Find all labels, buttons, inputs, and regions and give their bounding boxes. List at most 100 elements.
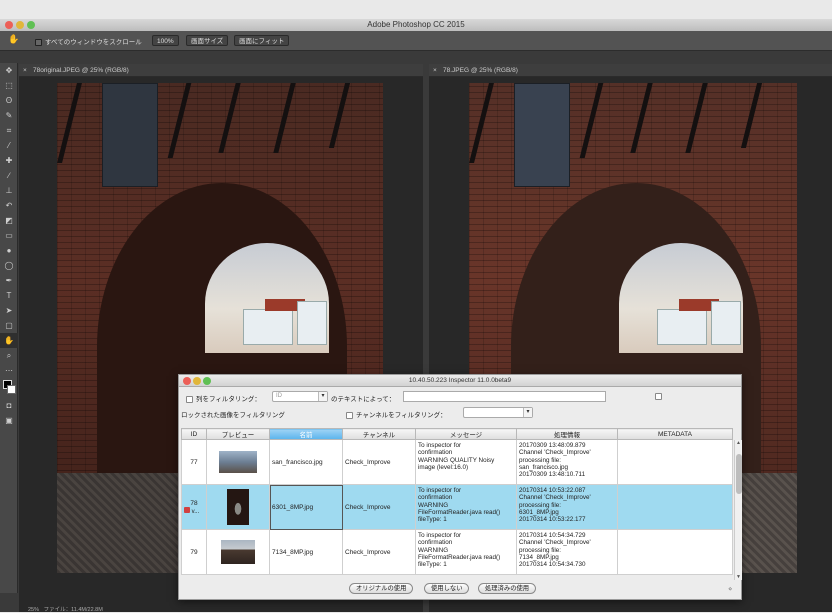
healing-tool-icon[interactable]: ✚: [0, 153, 18, 168]
color-swatch-icon[interactable]: [0, 378, 18, 398]
history-brush-icon[interactable]: ↶: [0, 198, 18, 213]
zoom-icon[interactable]: [27, 21, 35, 29]
col-header-preview[interactable]: プレビュー: [206, 428, 270, 440]
path-select-icon[interactable]: ➤: [0, 303, 18, 318]
fit-screen-button[interactable]: 画面サイズ: [186, 35, 229, 46]
blur-tool-icon[interactable]: ●: [0, 243, 18, 258]
screen-mode-icon[interactable]: ▣: [0, 413, 18, 428]
tab-close-icon[interactable]: ×: [433, 64, 437, 77]
fill-screen-button[interactable]: 画面にフィット: [234, 35, 290, 46]
window-shutter: [102, 83, 158, 187]
house: [297, 301, 327, 345]
col-header-metadata[interactable]: METADATA: [617, 428, 733, 440]
doc-size: ファイル：11.4M/22.8M: [43, 607, 103, 613]
inspector-title: 10.40.50.223 Inspector 11.0.0beta9: [408, 377, 512, 384]
quick-select-tool-icon[interactable]: ✎: [0, 108, 18, 123]
house: [711, 301, 741, 345]
row-process: 20170309 13:48:09.879 Channel 'Check_Imp…: [516, 439, 618, 485]
app-title: Adobe Photoshop CC 2015: [367, 20, 465, 29]
stamp-tool-icon[interactable]: ⊥: [0, 183, 18, 198]
row-name: 7134_8MP.jpg: [269, 529, 343, 575]
minimize-icon[interactable]: [16, 21, 24, 29]
row-preview: [206, 484, 270, 530]
scroll-up-icon[interactable]: ▲: [736, 440, 741, 446]
col-header-process[interactable]: 処理情報: [516, 428, 618, 440]
dont-use-button[interactable]: 使用しない: [424, 583, 470, 594]
minimize-icon[interactable]: [193, 377, 201, 385]
pen-tool-icon[interactable]: ✒: [0, 273, 18, 288]
quick-mask-icon[interactable]: ◘: [0, 398, 18, 413]
brush-tool-icon[interactable]: ∕: [0, 168, 18, 183]
close-icon[interactable]: [183, 377, 191, 385]
row-id: 78 v...: [181, 484, 207, 530]
zoom-icon[interactable]: [203, 377, 211, 385]
hand-tool-icon[interactable]: ✋: [0, 333, 18, 348]
col-header-id[interactable]: ID: [181, 428, 207, 440]
gradient-tool-icon[interactable]: ▭: [0, 228, 18, 243]
channel-filter-select[interactable]: ▾: [463, 407, 533, 418]
zoom-100-button[interactable]: 100%: [152, 35, 179, 46]
use-processed-button[interactable]: 処理済みの使用: [478, 583, 537, 594]
crop-tool-icon[interactable]: ⌗: [0, 123, 18, 138]
table-row[interactable]: 79 7134_8MP.jpg Check_Improve To inspect…: [181, 529, 733, 575]
dodge-tool-icon[interactable]: ◯: [0, 258, 18, 273]
filter-option-checkbox[interactable]: [655, 393, 665, 400]
move-tool-icon[interactable]: ✥: [0, 63, 18, 78]
hand-tool-icon[interactable]: ✋: [8, 34, 19, 45]
row-name: 6301_8MP.jpg: [269, 484, 343, 530]
row-id: 77: [181, 439, 207, 485]
lasso-tool-icon[interactable]: ʘ: [0, 93, 18, 108]
archway-view: [205, 243, 329, 353]
filter-column-select[interactable]: ID ▾: [272, 391, 328, 402]
col-header-name[interactable]: 名前: [269, 428, 343, 440]
col-header-channel[interactable]: チャンネル: [342, 428, 416, 440]
tab-right-document[interactable]: × 78.JPEG @ 25% (RGB/8): [429, 64, 832, 77]
options-bar: ✋ すべてのウィンドウをスクロール 100% 画面サイズ 画面にフィット: [0, 31, 832, 51]
app-titlebar: Adobe Photoshop CC 2015: [0, 19, 832, 31]
marquee-tool-icon[interactable]: ⬚: [0, 78, 18, 93]
scrollbar-thumb[interactable]: [736, 454, 742, 494]
row-id-status: v...: [184, 506, 204, 515]
preview-thumbnail: [221, 540, 255, 564]
zoom-tool-icon[interactable]: ⌕: [0, 348, 18, 363]
channel-filter-checkbox[interactable]: チャンネルをフィルタリング：: [346, 409, 447, 419]
col-header-message[interactable]: メッセージ: [415, 428, 517, 440]
table-header: ID プレビュー 名前 チャンネル メッセージ 処理情報 METADATA: [181, 428, 733, 440]
filter-text-input[interactable]: [403, 391, 606, 402]
table-row-selected[interactable]: 78 v... 6301_8MP.jpg Check_Improve To in…: [181, 484, 733, 530]
row-process: 20170314 10:54:34.729 Channel 'Check_Imp…: [516, 529, 618, 575]
zoom-level: 25%: [28, 607, 40, 613]
tools-panel: ✥ ⬚ ʘ ✎ ⌗ ⁄ ✚ ∕ ⊥ ↶ ◩ ▭ ● ◯ ✒ T ➤ ▢ ✋ ⌕ …: [0, 63, 18, 593]
vertical-scrollbar[interactable]: ▲ ▼: [734, 440, 742, 580]
shape-tool-icon[interactable]: ▢: [0, 318, 18, 333]
preview-thumbnail: [227, 489, 249, 525]
tab-left-document[interactable]: × 78original.JPEG @ 25% (RGB/8): [19, 64, 423, 77]
scroll-all-checkbox[interactable]: すべてのウィンドウをスクロール: [35, 36, 142, 46]
tab-close-icon[interactable]: ×: [23, 64, 27, 77]
inspector-dialog: 10.40.50.223 Inspector 11.0.0beta9 列をフィル…: [178, 374, 742, 600]
row-preview: [206, 529, 270, 575]
window-shutter: [514, 83, 570, 187]
eraser-tool-icon[interactable]: ◩: [0, 213, 18, 228]
filter-column-checkbox[interactable]: 列をフィルタリング：: [186, 393, 261, 403]
eyedropper-tool-icon[interactable]: ⁄: [0, 138, 18, 153]
use-original-button[interactable]: オリジナルの使用: [349, 583, 414, 594]
row-channel: Check_Improve: [342, 484, 416, 530]
row-metadata: [617, 439, 733, 485]
archway-view: [619, 243, 743, 353]
row-process: 20170314 10:53:22.087 Channel 'Check_Imp…: [516, 484, 618, 530]
scroll-all-label: すべてのウィンドウをスクロール: [45, 39, 142, 46]
close-icon[interactable]: [5, 21, 13, 29]
checkbox-icon: [35, 38, 42, 46]
more-tools-icon[interactable]: ⋯: [0, 363, 18, 378]
row-channel: Check_Improve: [342, 529, 416, 575]
resize-grip-icon[interactable]: ⋄: [728, 585, 732, 593]
table-row[interactable]: 77 san_francisco.jpg Check_Improve To in…: [181, 439, 733, 485]
house: [657, 309, 707, 345]
row-id: 79: [181, 529, 207, 575]
type-tool-icon[interactable]: T: [0, 288, 18, 303]
row-channel: Check_Improve: [342, 439, 416, 485]
scroll-down-icon[interactable]: ▼: [736, 574, 741, 580]
row-name: san_francisco.jpg: [269, 439, 343, 485]
results-table: ID プレビュー 名前 チャンネル メッセージ 処理情報 METADATA 77…: [181, 428, 733, 575]
